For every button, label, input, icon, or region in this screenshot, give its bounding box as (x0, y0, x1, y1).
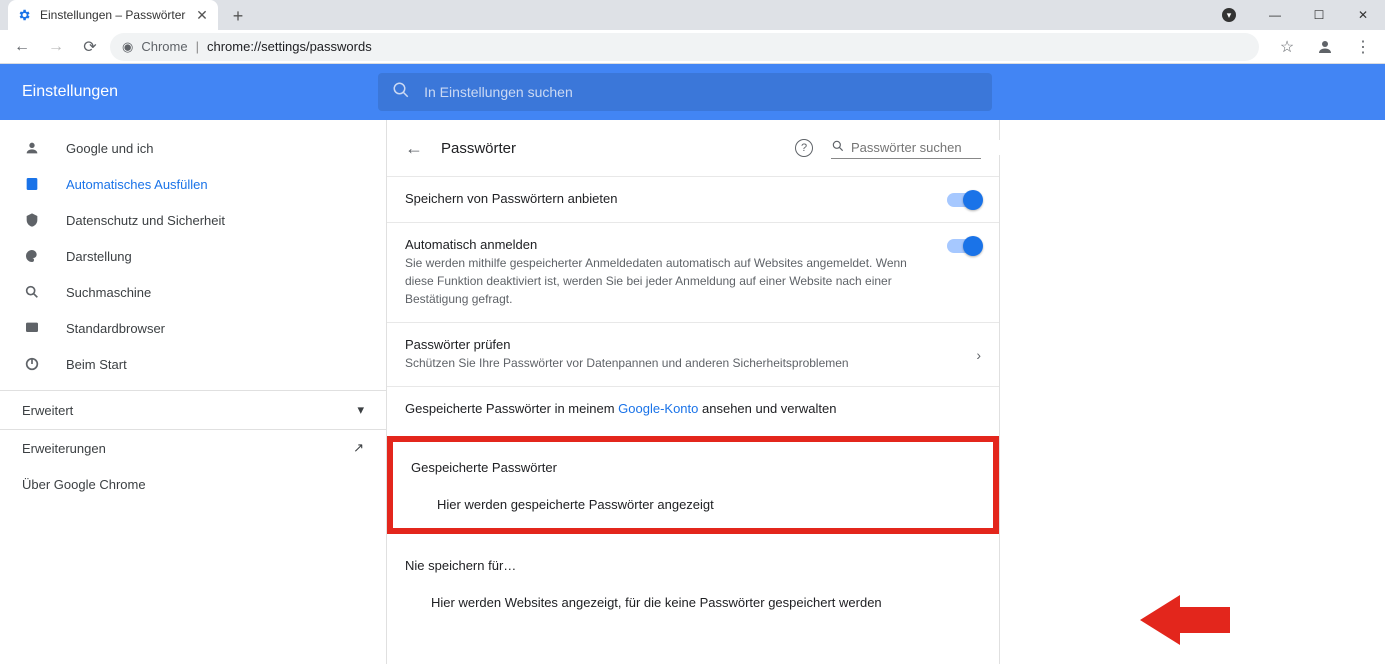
auto-signin-label: Automatisch anmelden (405, 237, 947, 252)
auto-signin-toggle[interactable] (947, 239, 981, 253)
advanced-label: Erweitert (22, 403, 73, 418)
check-passwords-row[interactable]: Passwörter prüfen Schützen Sie Ihre Pass… (387, 322, 999, 386)
browser-tab[interactable]: Einstellungen – Passwörter ✕ (8, 0, 218, 30)
new-tab-button[interactable]: + (224, 2, 252, 30)
auto-signin-row: Automatisch anmelden Sie werden mithilfe… (387, 222, 999, 322)
view-suffix: ansehen und verwalten (698, 401, 836, 416)
shield-icon (22, 212, 42, 228)
sidebar-item-label: Google und ich (66, 141, 153, 156)
auto-signin-desc: Sie werden mithilfe gespeicherter Anmeld… (405, 254, 925, 308)
content-title: Passwörter (441, 140, 516, 157)
sidebar-item-label: Darstellung (66, 249, 132, 264)
sidebar-item-appearance[interactable]: Darstellung (0, 238, 386, 274)
extensions-label: Erweiterungen (22, 441, 106, 456)
profile-icon[interactable] (1311, 33, 1339, 61)
sidebar-item-search[interactable]: Suchmaschine (0, 274, 386, 310)
sidebar-extensions-link[interactable]: Erweiterungen ↗ (0, 430, 386, 466)
about-label: Über Google Chrome (22, 477, 146, 492)
url-separator: | (196, 39, 199, 54)
sidebar-advanced-toggle[interactable]: Erweitert ▾ (0, 390, 386, 430)
maximize-button[interactable]: ☐ (1297, 0, 1341, 30)
content-header: ← Passwörter ? (387, 120, 999, 176)
offer-save-row: Speichern von Passwörtern anbieten (387, 176, 999, 222)
search-icon (22, 284, 42, 300)
window-controls: ▾ — ☐ ✕ (1209, 0, 1385, 30)
browser-toolbar: ← → ⟳ ◉ Chrome | chrome://settings/passw… (0, 30, 1385, 64)
search-icon (831, 139, 845, 156)
close-window-button[interactable]: ✕ (1341, 0, 1385, 30)
settings-content: ← Passwörter ? Speichern von Passwörtern… (386, 120, 1000, 664)
annotation-arrow (1140, 592, 1230, 653)
autofill-icon (22, 176, 42, 192)
browser-tabbar: Einstellungen – Passwörter ✕ + ▾ — ☐ ✕ (0, 0, 1385, 30)
passwords-search[interactable] (831, 137, 981, 159)
sidebar-item-label: Datenschutz und Sicherheit (66, 213, 225, 228)
reload-button[interactable]: ⟳ (76, 33, 104, 61)
check-passwords-label: Passwörter prüfen (405, 337, 976, 352)
chevron-down-icon: ▾ (357, 402, 364, 418)
back-arrow-icon[interactable]: ← (405, 138, 423, 159)
tab-title: Einstellungen – Passwörter (40, 8, 194, 22)
minimize-button[interactable]: — (1253, 0, 1297, 30)
offer-save-toggle[interactable] (947, 193, 981, 207)
forward-button[interactable]: → (42, 33, 70, 61)
sidebar-item-label: Automatisches Ausfüllen (66, 177, 208, 192)
sidebar-item-google[interactable]: Google und ich (0, 130, 386, 166)
view-prefix: Gespeicherte Passwörter in meinem (405, 401, 618, 416)
sidebar-item-autofill[interactable]: Automatisches Ausfüllen (0, 166, 386, 202)
google-account-link[interactable]: Google-Konto (618, 401, 698, 416)
back-button[interactable]: ← (8, 33, 36, 61)
sidebar-item-label: Beim Start (66, 357, 127, 372)
person-icon (22, 140, 42, 156)
passwords-search-input[interactable] (851, 140, 1027, 155)
url-path: chrome://settings/passwords (207, 39, 372, 54)
ext-indicator-icon[interactable]: ▾ (1209, 0, 1253, 30)
sidebar-item-label: Standardbrowser (66, 321, 165, 336)
search-icon (392, 81, 410, 104)
sidebar-item-label: Suchmaschine (66, 285, 151, 300)
saved-passwords-header: Gespeicherte Passwörter (393, 442, 993, 481)
check-passwords-desc: Schützen Sie Ihre Passwörter vor Datenpa… (405, 354, 925, 372)
browser-icon (22, 320, 42, 336)
view-account-row: Gespeicherte Passwörter in meinem Google… (387, 386, 999, 430)
external-link-icon: ↗ (353, 440, 364, 456)
power-icon (22, 356, 42, 372)
never-save-empty: Hier werden Websites angezeigt, für die … (387, 579, 999, 626)
sidebar-item-startup[interactable]: Beim Start (0, 346, 386, 382)
sidebar-item-default-browser[interactable]: Standardbrowser (0, 310, 386, 346)
url-label: Chrome (141, 39, 187, 54)
never-save-header: Nie speichern für… (387, 540, 999, 579)
star-icon[interactable]: ☆ (1273, 33, 1301, 61)
offer-save-label: Speichern von Passwörtern anbieten (405, 191, 947, 206)
settings-search-input[interactable] (424, 84, 978, 100)
sidebar-item-privacy[interactable]: Datenschutz und Sicherheit (0, 202, 386, 238)
chevron-right-icon: › (976, 347, 981, 363)
address-bar[interactable]: ◉ Chrome | chrome://settings/passwords (110, 33, 1259, 61)
menu-icon[interactable]: ⋮ (1349, 33, 1377, 61)
saved-passwords-highlight: Gespeicherte Passwörter Hier werden gesp… (387, 436, 999, 534)
sidebar-about-link[interactable]: Über Google Chrome (0, 466, 386, 502)
chrome-icon: ◉ (122, 39, 133, 55)
help-icon[interactable]: ? (795, 139, 813, 157)
close-icon[interactable]: ✕ (194, 7, 210, 23)
page-title: Einstellungen (22, 83, 118, 101)
settings-search[interactable] (378, 73, 992, 111)
gear-icon (16, 7, 32, 23)
settings-header: Einstellungen (0, 64, 1385, 120)
palette-icon (22, 248, 42, 264)
saved-passwords-empty: Hier werden gespeicherte Passwörter ange… (393, 481, 993, 528)
settings-sidebar: Google und ich Automatisches Ausfüllen D… (0, 120, 386, 664)
